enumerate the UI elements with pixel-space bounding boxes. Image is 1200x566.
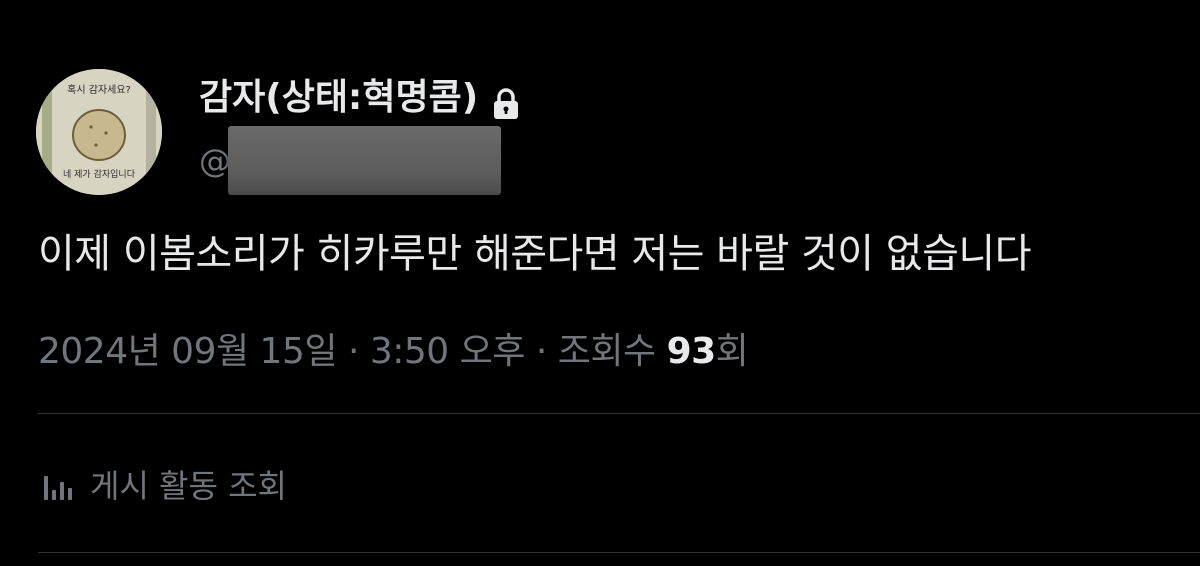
divider: [38, 552, 1200, 553]
handle-redaction: [228, 126, 501, 195]
avatar-image: 혹시 감자세요? 네 제가 감자입니다: [36, 69, 162, 195]
views-count: 93: [666, 331, 717, 372]
user-display-name[interactable]: 감자(상태:혁명콤): [199, 70, 520, 126]
tweet-text: 이제 이봄소리가 히카루만 해준다면 저는 바랄 것이 없습니다: [38, 231, 1032, 277]
avatar-text-bottom: 네 제가 감자입니다: [63, 168, 136, 180]
view-activity-button[interactable]: 게시 활동 조회: [40, 461, 287, 511]
bar-chart-icon: [40, 468, 76, 504]
views-unit: 회: [715, 331, 749, 372]
display-name-text: 감자(상태:혁명콤): [199, 77, 479, 118]
avatar[interactable]: 혹시 감자세요? 네 제가 감자입니다: [36, 69, 162, 195]
user-handle[interactable]: @: [199, 126, 501, 195]
avatar-text-top: 혹시 감자세요?: [67, 83, 131, 96]
views-label: 조회수: [557, 331, 656, 372]
meta-separator: ·: [347, 331, 359, 372]
divider: [38, 413, 1200, 414]
tweet-date[interactable]: 2024년 09월 15일: [38, 331, 337, 372]
tweet-meta: 2024년 09월 15일 · 3:50 오후 · 조회수 93회: [38, 326, 749, 378]
lock-icon: [492, 82, 520, 119]
tweet-time[interactable]: 3:50 오후: [370, 331, 526, 372]
view-activity-label: 게시 활동 조회: [90, 467, 287, 505]
meta-separator: ·: [535, 331, 547, 372]
handle-at-sign: @: [199, 142, 231, 180]
